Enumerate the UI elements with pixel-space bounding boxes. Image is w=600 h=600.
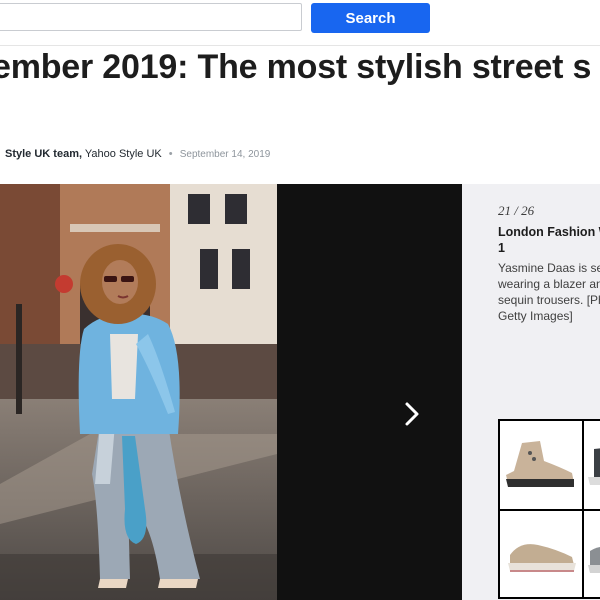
byline-date: September 14, 2019 xyxy=(179,149,271,160)
byline-author[interactable]: Style UK team, xyxy=(5,148,82,160)
header-divider xyxy=(0,45,600,46)
search-input[interactable] xyxy=(0,3,302,31)
caption-text: Yasmine Daas is seen wearing a blazer an… xyxy=(498,261,600,323)
byline: Style UK team, Yahoo Style UK • Septembe… xyxy=(5,148,270,160)
page-title: ember 2019: The most stylish street s xyxy=(0,48,592,86)
chevron-right-icon xyxy=(402,401,422,432)
search-button[interactable]: Search xyxy=(311,3,430,33)
slide-counter: 21 / 26 xyxy=(498,203,535,218)
byline-source[interactable]: Yahoo Style UK xyxy=(85,148,162,160)
hiking-boot-product[interactable] xyxy=(500,421,582,509)
caption-title: London Fashion Week Day 1 xyxy=(498,225,600,255)
running-shoe-beige[interactable] xyxy=(500,511,582,597)
caption-panel: 21 / 26 London Fashion Week Day 1 Yasmin… xyxy=(462,184,600,600)
ad-product-grid xyxy=(498,419,600,599)
byline-separator: • xyxy=(168,148,173,160)
gallery-photo[interactable] xyxy=(0,184,277,600)
next-slide-button[interactable] xyxy=(380,384,444,448)
running-shoe-gray[interactable] xyxy=(584,511,600,597)
gallery-stage xyxy=(0,184,462,600)
sneaker-product-gray[interactable] xyxy=(584,421,600,509)
photo-gallery: 21 / 26 London Fashion Week Day 1 Yasmin… xyxy=(0,184,600,600)
